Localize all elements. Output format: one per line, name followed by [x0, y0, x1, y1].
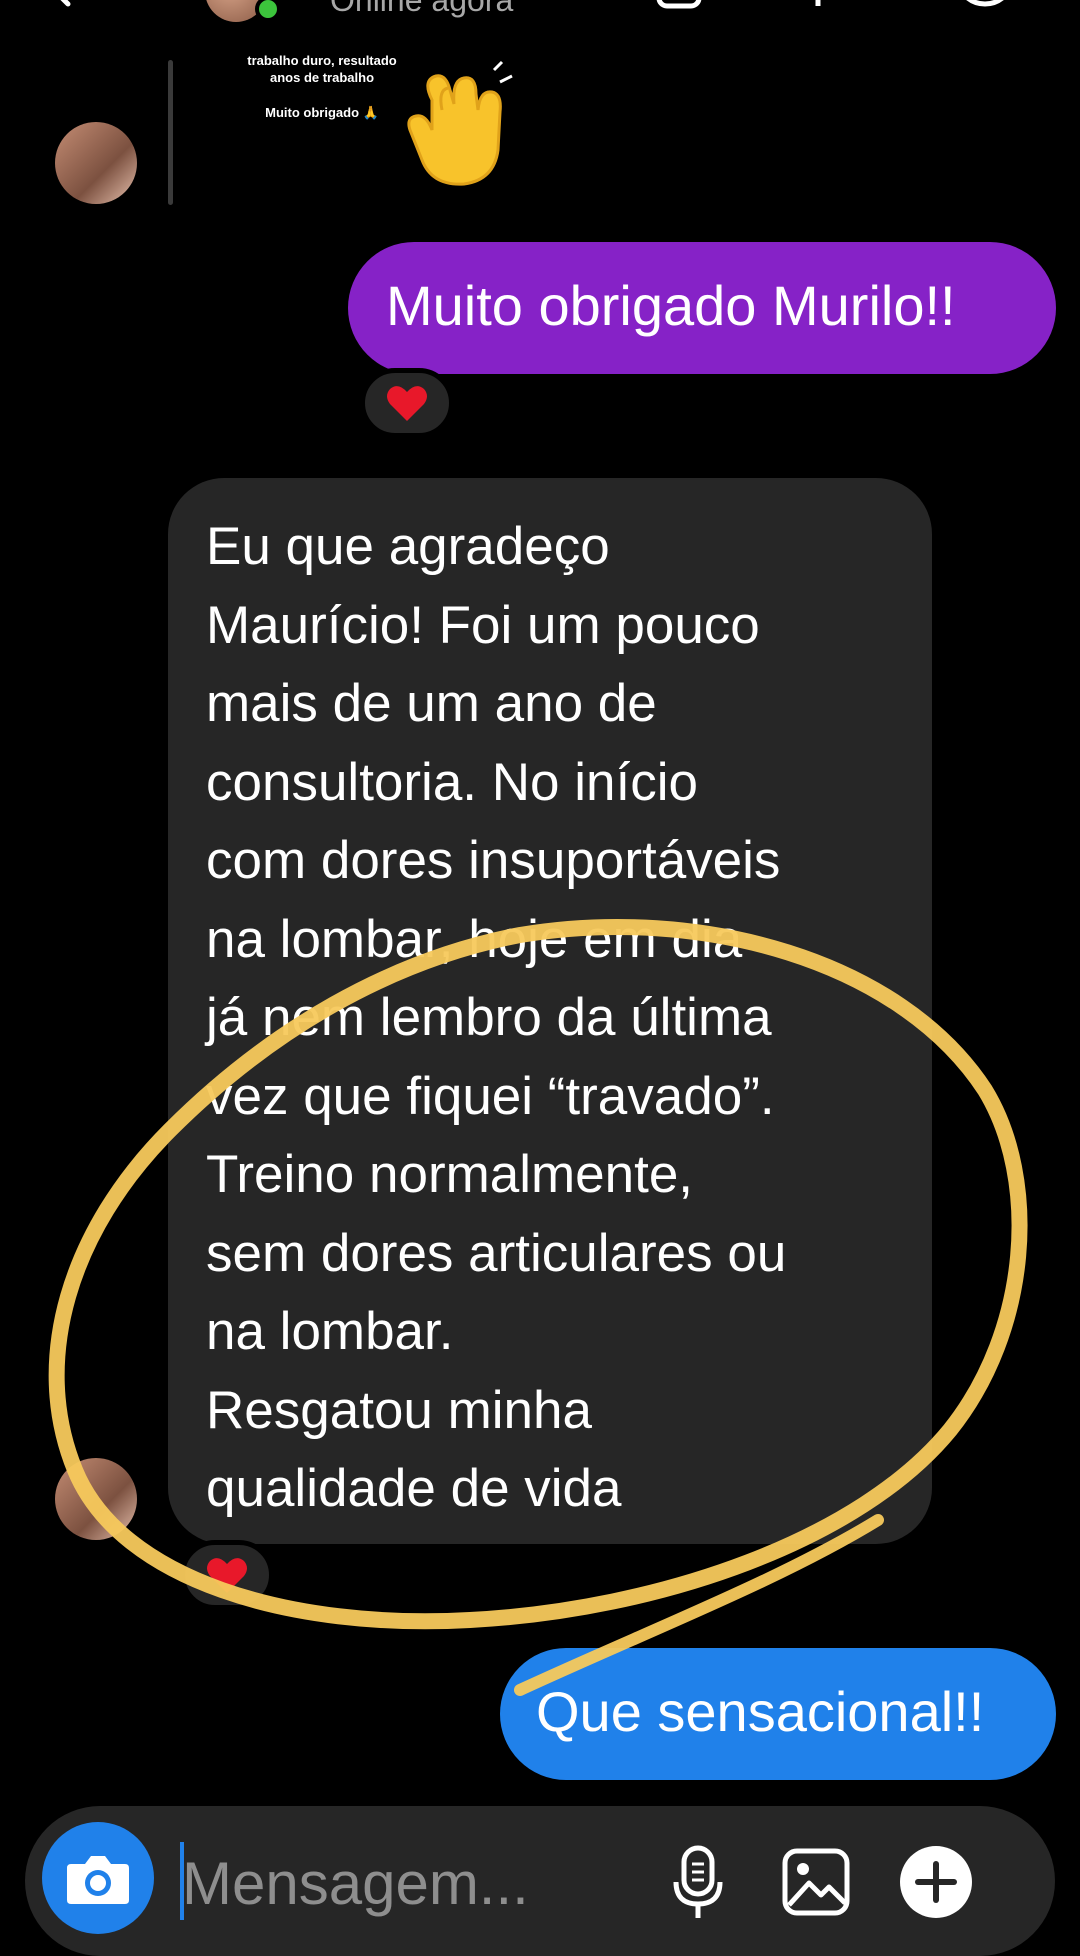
- clapping-hands-icon: [407, 60, 513, 186]
- gallery-button[interactable]: [776, 1842, 856, 1922]
- info-icon[interactable]: [950, 0, 1020, 10]
- message-line: consultoria. No início: [206, 752, 698, 812]
- heart-icon: [207, 1558, 247, 1593]
- message-line: Resgatou minha: [206, 1380, 592, 1440]
- message-line: Maurício! Foi um pouco: [206, 595, 760, 655]
- add-icon: [900, 1846, 972, 1918]
- message-line: na lombar, hoje em dia: [206, 909, 743, 969]
- microphone-button[interactable]: [658, 1842, 738, 1922]
- story-line: anos de trabalho: [269, 70, 375, 85]
- message-line: mais de um ano de: [206, 674, 657, 733]
- chat-header: Online agora: [0, 0, 1080, 40]
- message-bubble-sent[interactable]: Que sensacional!!: [500, 1648, 1056, 1780]
- message-line: Treino normalmente,: [206, 1145, 694, 1204]
- message-line: com dores insuportáveis: [206, 831, 781, 890]
- message-text: Muito obrigado Murilo!!: [386, 274, 956, 337]
- story-line: trabalho duro, resultado: [247, 53, 397, 68]
- message-bubble-sent[interactable]: Muito obrigado Murilo!!: [348, 242, 1056, 374]
- message-line: na lombar.: [206, 1302, 454, 1361]
- online-status-text: Online agora: [330, 0, 514, 18]
- message-line: qualidade de vida: [206, 1459, 622, 1518]
- message-text: Que sensacional!!: [536, 1680, 985, 1743]
- camera-icon: [67, 1856, 129, 1904]
- avatar[interactable]: [55, 122, 137, 204]
- story-thanks: Muito obrigado 🙏: [265, 105, 379, 120]
- back-icon[interactable]: [40, 0, 80, 10]
- avatar[interactable]: [55, 1458, 137, 1540]
- message-reaction[interactable]: [360, 368, 454, 438]
- story-reply-bar: [168, 60, 173, 205]
- message-line: Eu que agradeço: [206, 517, 610, 576]
- message-input[interactable]: [182, 1838, 602, 1928]
- gallery-icon: [782, 1848, 850, 1916]
- message-reaction[interactable]: [180, 1540, 274, 1610]
- heart-icon: [387, 386, 427, 421]
- phone-icon[interactable]: [808, 0, 828, 10]
- camera-button[interactable]: [42, 1822, 154, 1934]
- message-bubble-received[interactable]: Eu que agradeço Maurício! Foi um pouco m…: [168, 478, 932, 1544]
- message-line: já nem lembro da última: [206, 988, 772, 1047]
- add-button[interactable]: [896, 1842, 976, 1922]
- message-line: sem dores articulares ou: [206, 1223, 787, 1283]
- online-status-indicator: [255, 0, 281, 22]
- microphone-icon: [673, 1845, 723, 1918]
- message-line: vez que fiquei “travado”.: [206, 1066, 775, 1126]
- story-preview-text[interactable]: trabalho duro, resultado anos de trabalh…: [222, 52, 422, 121]
- video-call-icon[interactable]: [655, 0, 715, 10]
